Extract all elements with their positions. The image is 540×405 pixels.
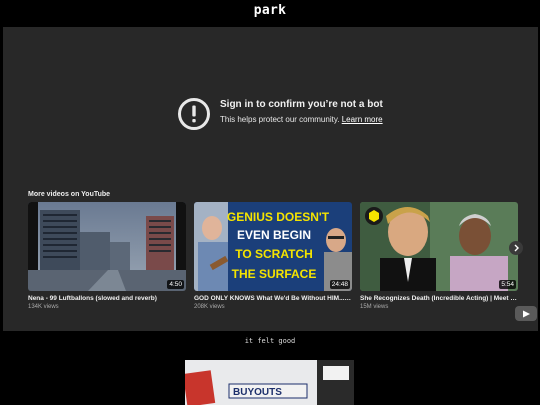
video-card[interactable]: 4:50 Nena - 99 Luftballons (slowed and r… <box>28 202 186 310</box>
thumbnail-image <box>28 202 186 291</box>
video-duration: 24:48 <box>329 280 350 289</box>
notice-subtitle-text: This helps protect our community. <box>220 115 340 124</box>
post-image-graphic: BUYOUTS <box>185 360 354 405</box>
video-title[interactable]: GOD ONLY KNOWS What We'd Be Without HIM.… <box>194 295 352 302</box>
thumb-text-line4: THE SURFACE <box>232 267 317 281</box>
video-card[interactable]: GENIUS DOESN'T EVEN BEGIN TO SCRATCH THE… <box>194 202 352 310</box>
sign-in-notice: Sign in to confirm you’re not a bot This… <box>177 96 417 132</box>
video-title[interactable]: She Recognizes Death (Incredible Acting)… <box>360 295 518 302</box>
video-duration: 4:50 <box>167 280 184 289</box>
youtube-logo-icon <box>523 310 530 317</box>
video-title[interactable]: Nena - 99 Luftballons (slowed and reverb… <box>28 295 186 302</box>
video-thumbnail[interactable]: 5:54 <box>360 202 518 291</box>
notice-subtitle: This helps protect our community. Learn … <box>220 115 383 124</box>
page-title: park <box>253 3 287 18</box>
chevron-right-icon <box>514 244 519 252</box>
video-duration: 5:54 <box>499 280 516 289</box>
sign-text: BUYOUTS <box>233 387 282 398</box>
post-image: BUYOUTS <box>185 360 354 405</box>
youtube-logo-button[interactable] <box>515 306 537 321</box>
thumbnail-image <box>360 202 518 291</box>
thumb-text-line3: TO SCRATCH <box>235 247 313 261</box>
notice-title: Sign in to confirm you’re not a bot <box>220 99 383 110</box>
alert-circle-icon <box>178 98 210 130</box>
learn-more-link[interactable]: Learn more <box>342 115 383 124</box>
thumb-text-line1: GENIUS DOESN'T <box>227 210 330 224</box>
thumbnail-image: GENIUS DOESN'T EVEN BEGIN TO SCRATCH THE… <box>194 202 352 291</box>
post-caption: it felt good <box>244 337 296 345</box>
video-views: 15M views <box>360 304 389 310</box>
video-card[interactable]: 5:54 She Recognizes Death (Incredible Ac… <box>360 202 518 310</box>
next-videos-button[interactable] <box>509 241 523 255</box>
video-thumbnail[interactable]: GENIUS DOESN'T EVEN BEGIN TO SCRATCH THE… <box>194 202 352 291</box>
video-views: 208K views <box>194 304 225 310</box>
video-views: 134K views <box>28 304 59 310</box>
thumb-text-line2: EVEN BEGIN <box>237 228 311 242</box>
more-videos-label: More videos on YouTube <box>28 191 111 198</box>
video-player[interactable]: Sign in to confirm you’re not a bot This… <box>3 27 538 331</box>
video-thumbnail[interactable]: 4:50 <box>28 202 186 291</box>
